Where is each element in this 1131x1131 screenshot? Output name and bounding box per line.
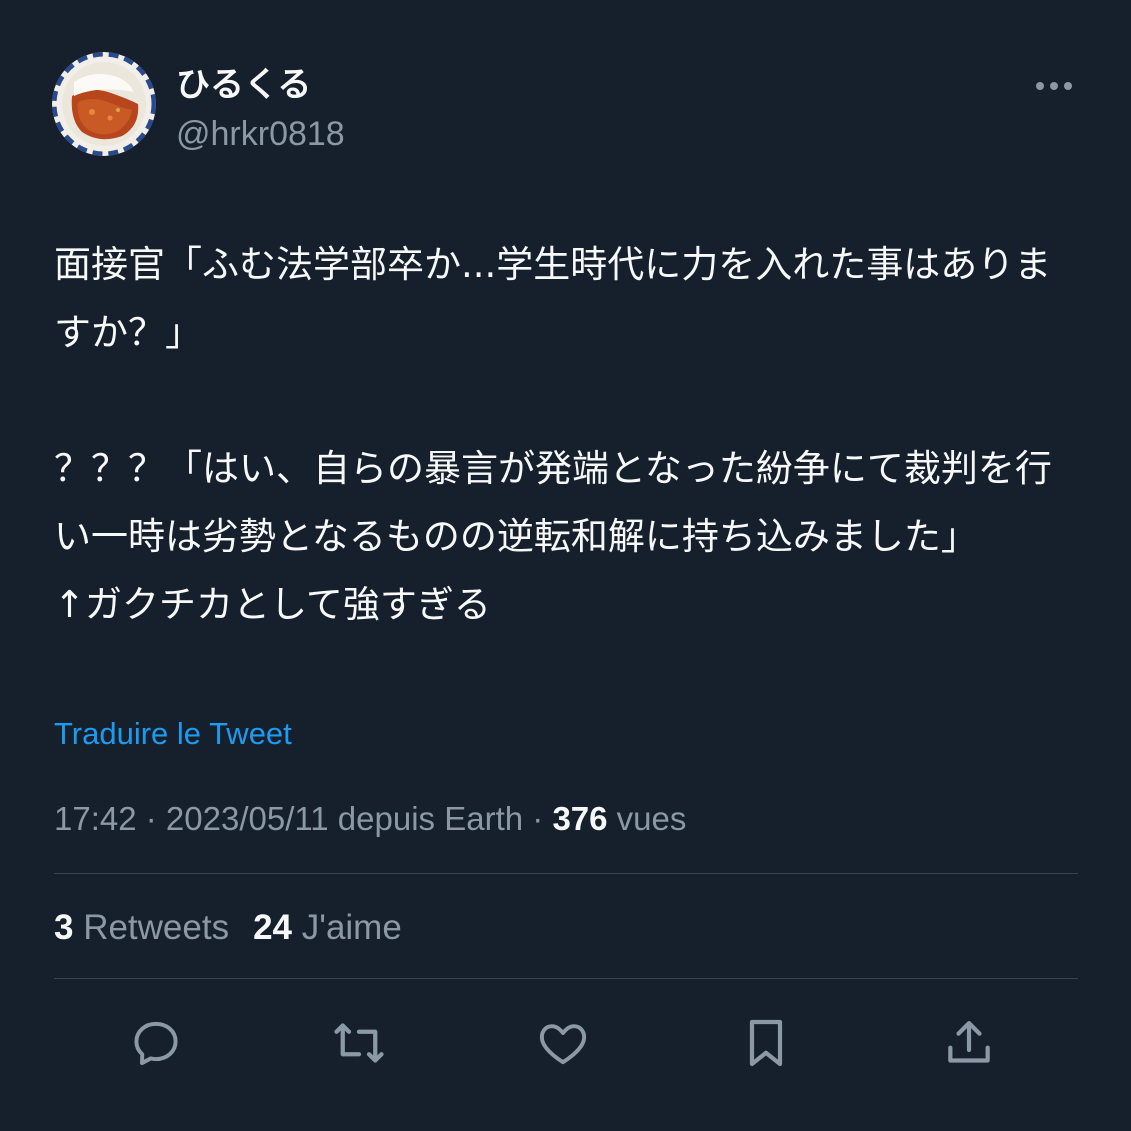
reply-button[interactable] <box>118 1005 194 1081</box>
tweet-text: 面接官「ふむ法学部卒か...学生時代に力を入れた事はありま すか？」 ？？？「は… <box>54 231 1074 639</box>
tweet-time[interactable]: 17:42 <box>54 800 137 837</box>
retweet-button[interactable] <box>321 1005 397 1081</box>
retweets-stat[interactable]: 3 Retweets <box>54 906 229 950</box>
bookmark-button[interactable] <box>728 1005 804 1081</box>
tweet-action-bar <box>0 1005 1131 1081</box>
tweet-text-line: 面接官「ふむ法学部卒か...学生時代に力を入れた事はありま <box>54 243 1052 286</box>
retweets-label: Retweets <box>73 908 230 947</box>
retweet-icon <box>334 1023 384 1063</box>
views-count: 376 <box>552 800 608 837</box>
share-button[interactable] <box>931 1005 1007 1081</box>
tweet-text-line: ？？？「はい、自らの暴言が発端となった紛争にて裁判を行 <box>54 447 1052 490</box>
meta-separator: · <box>523 800 553 837</box>
tweet-stats: 3 Retweets 24 J'aime <box>54 906 402 950</box>
divider <box>54 978 1078 979</box>
more-horizontal-icon <box>1036 82 1072 90</box>
heart-icon <box>539 1024 587 1065</box>
tweet-meta: 17:42 · 2023/05/11 depuis Earth · 376 vu… <box>54 798 686 840</box>
retweets-count: 3 <box>54 908 74 947</box>
curry-avatar-image <box>52 52 156 156</box>
share-icon <box>948 1021 990 1063</box>
meta-separator: · <box>136 800 166 837</box>
like-button[interactable] <box>525 1005 601 1081</box>
tweet-text-line: い一時は劣勢となるものの逆転和解に持ち込みました」 <box>54 515 978 558</box>
author-display-name[interactable]: ひるくる <box>176 64 311 106</box>
tweet-text-line: すか？」 <box>54 311 202 354</box>
likes-count: 24 <box>253 908 293 947</box>
tweet-date[interactable]: 2023/05/11 <box>166 800 329 837</box>
likes-label: J'aime <box>292 908 402 947</box>
tweet-text-line: ↑ガクチカとして強すぎる <box>54 583 491 626</box>
tweet-source: depuis Earth <box>328 800 524 837</box>
author-handle[interactable]: @hrkr0818 <box>176 113 345 155</box>
likes-stat[interactable]: 24 J'aime <box>253 906 402 950</box>
reply-icon <box>134 1021 178 1066</box>
translate-tweet-link[interactable]: Traduire le Tweet <box>54 714 292 754</box>
avatar[interactable] <box>52 52 156 156</box>
views-label: vues <box>607 800 687 837</box>
divider <box>54 873 1078 874</box>
bookmark-icon <box>749 1019 783 1067</box>
more-options-button[interactable] <box>1026 66 1082 106</box>
